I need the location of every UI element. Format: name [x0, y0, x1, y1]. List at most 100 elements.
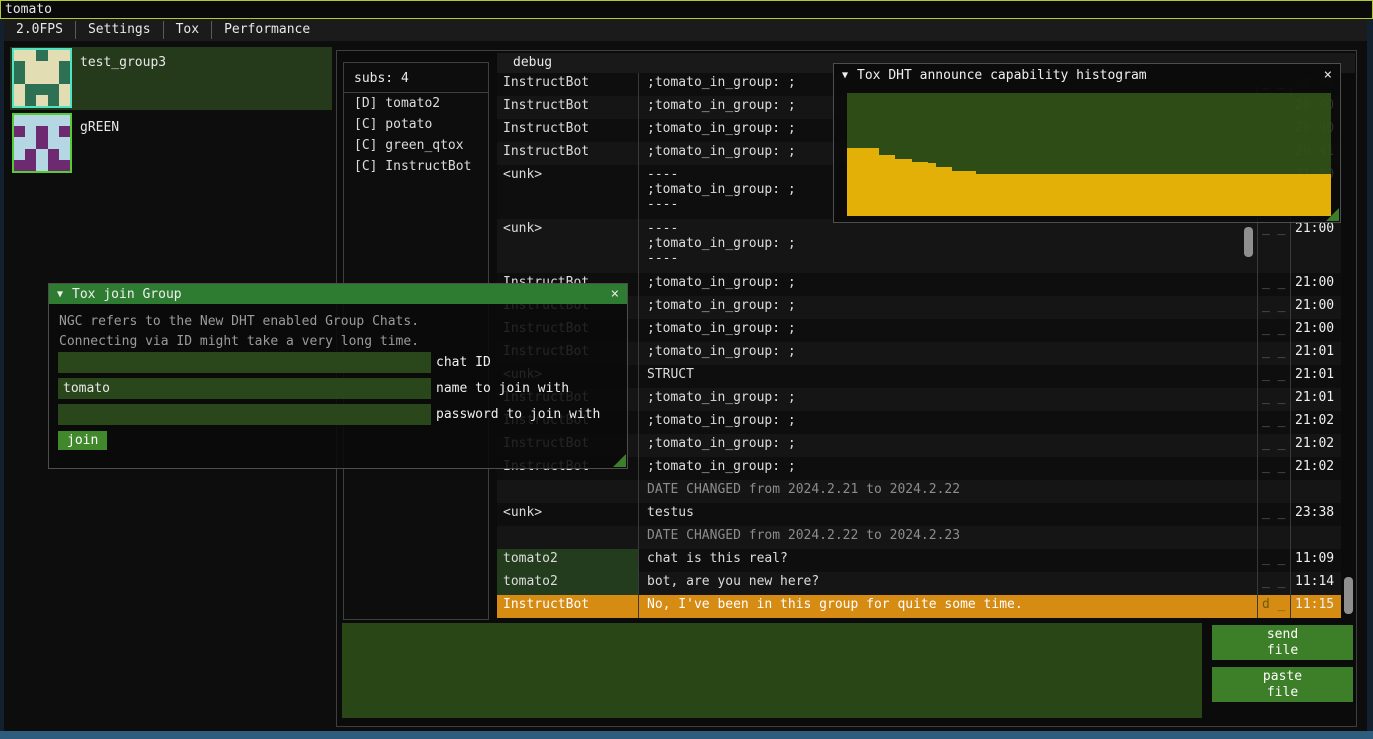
group-item-test_group3[interactable]: test_group3 — [10, 47, 332, 110]
histogram-bar — [1000, 174, 1008, 216]
chat-receipt-marks — [1257, 526, 1291, 549]
avatar-pixel — [25, 160, 36, 171]
avatar-pixel — [25, 61, 36, 72]
histogram-bar — [1282, 174, 1290, 216]
join-dialog-titlebar[interactable]: ▼ Tox join Group × — [49, 284, 627, 304]
avatar-pixel — [59, 95, 70, 106]
resize-handle[interactable] — [1326, 208, 1339, 221]
chat-message: ;tomato_in_group: ; — [639, 296, 1257, 319]
chat-message: ---- ;tomato_in_group: ; ---- — [639, 219, 1257, 273]
avatar-pixel — [14, 84, 25, 95]
avatar-pixel — [36, 50, 47, 61]
send-file-button[interactable]: send file — [1212, 625, 1353, 660]
histogram-window-titlebar[interactable]: ▼ Tox DHT announce capability histogram … — [834, 64, 1340, 86]
chat-message: DATE CHANGED from 2024.2.22 to 2024.2.23 — [639, 526, 1257, 549]
chat-receipt-marks: _ _ — [1257, 219, 1291, 273]
histogram-bar — [960, 171, 968, 217]
chat-row[interactable]: <unk>testus_ _23:38 — [497, 503, 1341, 526]
dht-capability-histogram — [847, 93, 1331, 216]
chat-message: ;tomato_in_group: ; — [639, 457, 1257, 480]
histogram-bar — [1121, 174, 1129, 216]
group-name: gREEN — [80, 120, 119, 135]
histogram-bar — [1137, 174, 1145, 216]
chat-id-label: chat ID — [431, 355, 491, 370]
join-button[interactable]: join — [58, 431, 107, 450]
group-avatar — [12, 48, 72, 108]
chat-message: ;tomato_in_group: ; — [639, 434, 1257, 457]
avatar-pixel — [59, 160, 70, 171]
avatar-pixel — [36, 84, 47, 95]
histogram-bar — [847, 148, 855, 216]
chat-row[interactable]: DATE CHANGED from 2024.2.21 to 2024.2.22 — [497, 480, 1341, 503]
paste-file-button[interactable]: paste file — [1212, 667, 1353, 702]
histogram-bar — [1113, 174, 1121, 216]
avatar-pixel — [36, 126, 47, 137]
histogram-bar — [1234, 174, 1242, 216]
collapse-arrow-icon[interactable]: ▼ — [57, 289, 63, 300]
menu-item-tox[interactable]: Tox — [164, 19, 211, 41]
menu-item-performance[interactable]: Performance — [212, 19, 322, 41]
close-icon[interactable]: × — [611, 286, 619, 302]
histogram-bar — [1250, 174, 1258, 216]
avatar-pixel — [14, 61, 25, 72]
join-name-input[interactable] — [58, 378, 431, 399]
chat-receipt-marks — [1257, 480, 1291, 503]
member-item[interactable]: [C] green_qtox — [344, 135, 488, 156]
group-avatar — [12, 113, 72, 173]
chat-receipt-marks: _ _ — [1257, 365, 1291, 388]
chat-message: ;tomato_in_group: ; — [639, 273, 1257, 296]
histogram-bar — [992, 174, 1000, 216]
chat-row[interactable]: <unk>---- ;tomato_in_group: ; ----_ _21:… — [497, 219, 1341, 273]
chat-timestamp: 21:00 — [1291, 219, 1341, 273]
avatar-pixel — [48, 149, 59, 160]
chat-row[interactable]: tomato2bot, are you new here?_ _11:14 — [497, 572, 1341, 595]
avatar-pixel — [36, 115, 47, 126]
member-item[interactable]: [C] InstructBot — [344, 156, 488, 177]
menu-bar: 2.0FPSSettingsToxPerformance — [4, 19, 1367, 41]
histogram-bar — [1178, 174, 1186, 216]
histogram-bar — [1315, 174, 1323, 216]
avatar-pixel — [59, 84, 70, 95]
avatar-pixel — [59, 61, 70, 72]
chat-timestamp: 21:01 — [1291, 342, 1341, 365]
avatar-pixel — [36, 72, 47, 83]
chat-row[interactable]: tomato2chat is this real?_ _11:09 — [497, 549, 1341, 572]
histogram-bar — [936, 167, 944, 216]
chat-message: chat is this real? — [639, 549, 1257, 572]
chat-timestamp: 21:02 — [1291, 457, 1341, 480]
chat-row[interactable]: InstructBotNo, I've been in this group f… — [497, 595, 1341, 618]
histogram-bar — [1024, 174, 1032, 216]
menu-item-2-0fps: 2.0FPS — [4, 19, 75, 41]
chat-sender: InstructBot — [497, 595, 639, 618]
chat-timestamp: 11:15 — [1291, 595, 1341, 618]
histogram-bar — [1081, 174, 1089, 216]
histogram-bar — [855, 148, 863, 216]
message-input[interactable] — [342, 623, 1202, 718]
member-list: [D] tomato2[C] potato[C] green_qtox[C] I… — [344, 93, 488, 177]
join-password-input[interactable] — [58, 404, 431, 425]
member-item[interactable]: [D] tomato2 — [344, 93, 488, 114]
chat-timestamp — [1291, 526, 1341, 549]
histogram-bar — [1258, 174, 1266, 216]
chat-sender: InstructBot — [497, 119, 639, 142]
avatar-pixel — [14, 126, 25, 137]
menu-item-settings[interactable]: Settings — [76, 19, 163, 41]
resize-handle[interactable] — [613, 454, 626, 467]
histogram-bar — [1186, 174, 1194, 216]
message-scrollbar[interactable] — [1244, 227, 1253, 257]
chat-id-input[interactable] — [58, 352, 431, 373]
chat-row[interactable]: DATE CHANGED from 2024.2.22 to 2024.2.23 — [497, 526, 1341, 549]
chat-sender: <unk> — [497, 503, 639, 526]
chat-sender: tomato2 — [497, 549, 639, 572]
chat-sender — [497, 480, 639, 503]
chat-receipt-marks: _ _ — [1257, 388, 1291, 411]
histogram-bar — [1049, 174, 1057, 216]
chat-scrollbar[interactable] — [1344, 577, 1353, 614]
histogram-bar — [912, 162, 920, 216]
close-icon[interactable]: × — [1324, 67, 1332, 83]
histogram-bar — [952, 171, 960, 217]
member-item[interactable]: [C] potato — [344, 114, 488, 135]
collapse-arrow-icon[interactable]: ▼ — [842, 70, 848, 81]
group-item-gREEN[interactable]: gREEN — [10, 112, 332, 175]
histogram-bar — [1065, 174, 1073, 216]
